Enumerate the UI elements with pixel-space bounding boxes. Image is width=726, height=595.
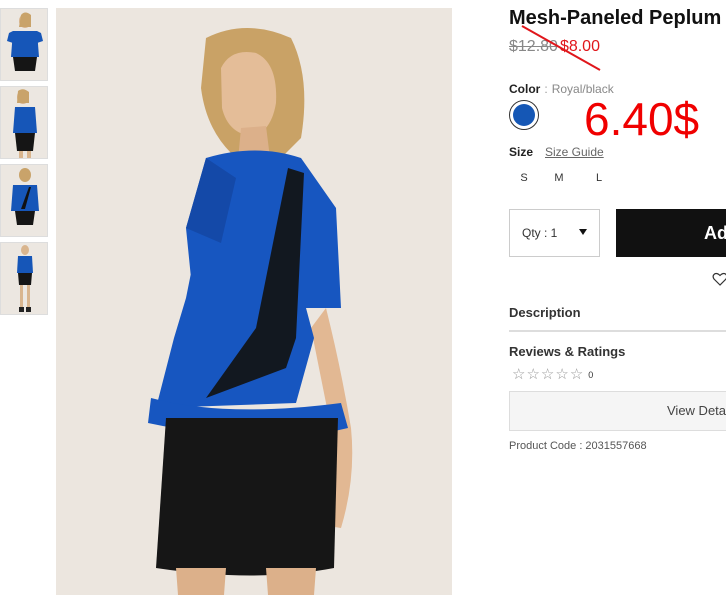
rating-stars: ☆ ☆ ☆ ☆ ☆ 0 [512,367,593,383]
original-price: $12.80 [509,38,558,55]
size-option-s[interactable]: S [509,168,539,188]
star-icon: ☆ [540,366,555,383]
star-icon: ☆ [569,366,584,383]
description-heading[interactable]: Description [509,305,581,320]
thumbnail-list [0,8,50,320]
size-options: S M L [509,168,619,188]
add-to-bag-button[interactable]: Add [616,209,726,257]
reviews-heading[interactable]: Reviews & Ratings [509,344,625,359]
quantity-value: Qty : 1 [522,226,558,240]
thumbnail-full-length[interactable] [0,242,48,315]
product-code: Product Code : 2031557668 [509,440,647,452]
sale-price: $8.00 [559,38,600,55]
size-option-l[interactable]: L [579,168,619,188]
size-guide-link[interactable]: Size Guide [545,145,604,159]
star-icon: ☆ [512,366,526,383]
caret-down-icon [579,229,587,235]
color-separator: : [544,82,548,96]
view-details-button[interactable]: View Deta [509,391,726,431]
annotation-handwritten-price: 6.40$ [584,93,700,145]
price-row: $12.80 $8.00 [509,38,600,56]
size-option-m[interactable]: M [539,168,579,188]
heart-icon[interactable] [712,271,726,287]
product-title: Mesh-Paneled Peplum [509,7,722,29]
color-swatch-royal-black[interactable] [509,100,539,130]
review-count: 0 [588,370,594,380]
color-label-title: Color [509,82,541,96]
thumbnail-back[interactable] [0,164,48,237]
thumbnail-front[interactable] [0,8,48,81]
swatch-fill [513,104,535,126]
quantity-select[interactable]: Qty : 1 [509,209,600,257]
star-icon: ☆ [555,366,569,383]
thumbnail-side[interactable] [0,86,48,159]
main-product-image[interactable] [56,8,452,595]
section-divider [509,330,726,332]
star-icon: ☆ [526,366,540,383]
size-label: Size [509,145,534,159]
